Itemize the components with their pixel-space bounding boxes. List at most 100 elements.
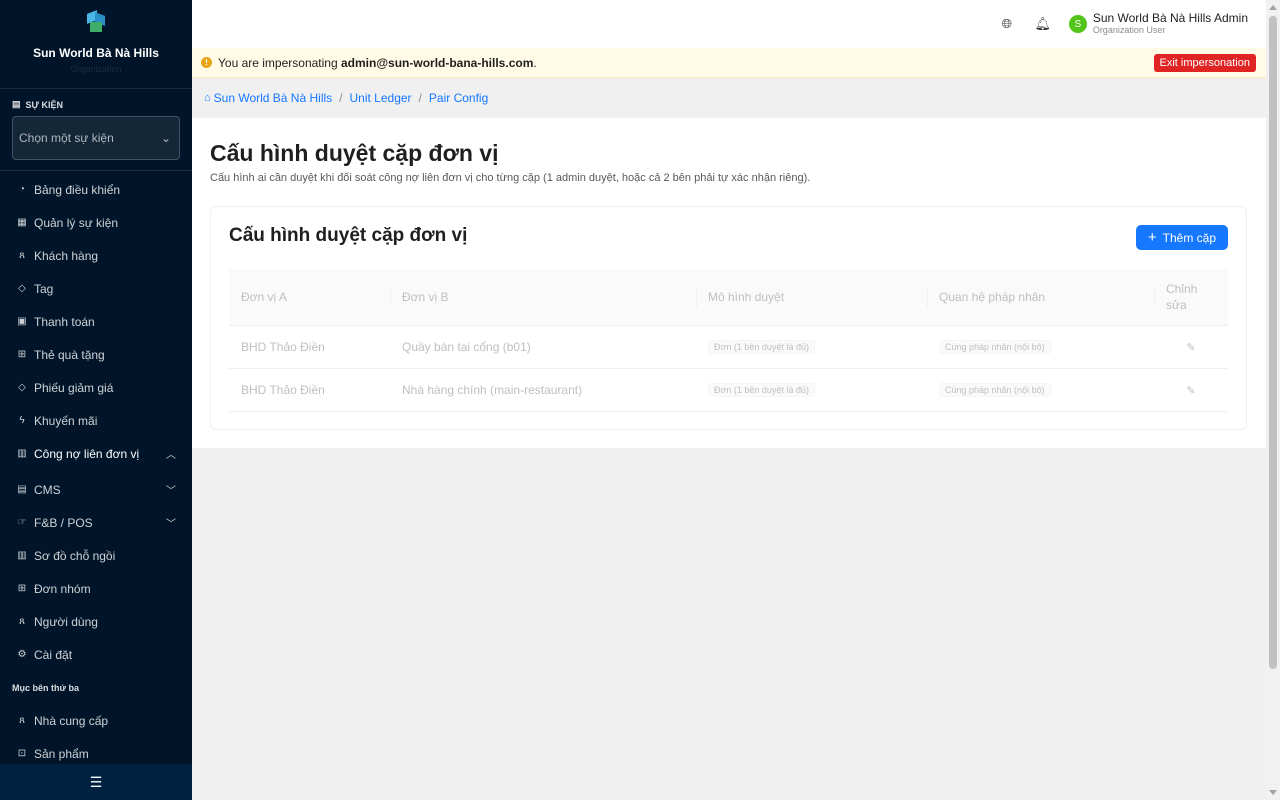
scroll-down-arrow-icon[interactable]	[1269, 790, 1277, 795]
group-order-icon: ⊞	[17, 583, 27, 594]
add-pair-label: Thêm cặp	[1162, 230, 1216, 245]
sidebar-item-coupon[interactable]: ◇ Phiếu giảm giá	[0, 371, 192, 404]
brand[interactable]: Sun World Bà Nà Hills Organization	[0, 0, 192, 88]
breadcrumb: ⌂ Sun World Bà Nà Hills / Unit Ledger / …	[192, 78, 1266, 118]
event-select-placeholder: Chọn một sự kiện	[19, 131, 114, 145]
cell-unit-a: BHD Thảo Điền	[229, 368, 390, 412]
sidebar-item-dashboard[interactable]: ◔ Bảng điều khiển	[0, 173, 192, 206]
approval-model-tag: Đơn (1 bên duyệt là đủ)	[708, 383, 815, 397]
impersonation-banner: ! You are impersonating admin@sun-world-…	[192, 48, 1266, 78]
event-section-label: ▤ SỰ KIỆN	[12, 99, 63, 110]
top-header: 🌐︎ 🔔︎ S Sun World Bà Nà Hills Admin Orga…	[192, 0, 1266, 48]
dashboard-icon: ◔	[18, 184, 26, 195]
sidebar-item-settings[interactable]: ⚙ Cài đặt	[0, 638, 192, 671]
calendar-icon: ▦	[17, 217, 27, 228]
pos-icon: ☞	[17, 517, 27, 528]
sidebar-item-customers[interactable]: ጸ Khách hàng	[0, 239, 192, 272]
user-icon: ጸ	[19, 616, 25, 627]
banner-prefix: You are impersonating	[218, 55, 338, 70]
breadcrumb-item-org[interactable]: Sun World Bà Nà Hills	[214, 91, 333, 105]
sidebar-item-group-orders[interactable]: ⊞ Đơn nhóm	[0, 572, 192, 605]
exit-impersonation-button[interactable]: Exit impersonation	[1153, 54, 1256, 72]
table-row[interactable]: BHD Thảo Điền Quầy bán tại cổng (b01) Đơ…	[229, 325, 1228, 369]
avatar: S	[1068, 15, 1087, 33]
promotion-icon: ϟ	[19, 415, 25, 426]
third-party-menu: ጸ Nhà cung cấp ⊡ Sản phẩm	[0, 704, 192, 770]
settings-icon: ⚙	[17, 649, 27, 660]
page-title: Cấu hình duyệt cặp đơn vị	[210, 140, 499, 166]
scroll-up-arrow-icon[interactable]	[1269, 5, 1277, 10]
collapse-sidebar-button[interactable]: ☰	[0, 764, 192, 800]
sidebar-item-users[interactable]: ጸ Người dùng	[0, 605, 192, 638]
table-row[interactable]: BHD Thảo Điền Nhà hàng chính (main-resta…	[229, 368, 1228, 412]
ledger-icon: ▥	[17, 448, 27, 459]
product-icon: ⊡	[17, 748, 27, 759]
sidebar-item-seating[interactable]: ▥ Sơ đồ chỗ ngồi	[0, 539, 192, 572]
banner-suffix: .	[533, 55, 537, 70]
pair-config-card: Cấu hình duyệt cặp đơn vị + Thêm cặp Đơn…	[210, 206, 1247, 430]
chevron-down-icon: ⌄	[160, 131, 171, 145]
event-section: ▤ SỰ KIỆN Chọn một sự kiện ⌄	[0, 88, 192, 171]
column-header-edit: Chỉnh sửa	[1154, 269, 1228, 326]
sidebar-item-unit-ledger[interactable]: ▥ Công nợ liên đơn vị ︿	[0, 437, 192, 470]
legal-relation-tag: Cùng pháp nhân (nội bộ)	[939, 340, 1051, 354]
edit-icon[interactable]: ✎	[1186, 385, 1195, 397]
cell-unit-b: Nhà hàng chính (main-restaurant)	[390, 368, 696, 412]
menu-fold-icon: ☰	[89, 773, 103, 790]
page-description: Cấu hình ai cần duyệt khi đối soát công …	[210, 172, 811, 184]
sidebar-item-tag[interactable]: ◇ Tag	[0, 272, 192, 305]
sidebar-menu: ◔ Bảng điều khiển ▦ Quản lý sự kiện ጸ Khách…	[0, 173, 192, 671]
pair-config-table: Đơn vị A Đơn vị B Mô hình duyệt Quan hệ …	[229, 269, 1228, 412]
sidebar: Sun World Bà Nà Hills Organization ▤ SỰ …	[0, 0, 192, 800]
sidebar-item-gift-card[interactable]: ⊞ Thẻ quà tặng	[0, 338, 192, 371]
edit-icon[interactable]: ✎	[1186, 342, 1195, 354]
breadcrumb-item-pair-config[interactable]: Pair Config	[429, 91, 488, 105]
card-title: Cấu hình duyệt cặp đơn vị	[229, 225, 468, 246]
cms-icon: ▤	[17, 484, 27, 495]
users-icon: ጸ	[19, 250, 25, 261]
plus-icon: +	[1147, 229, 1157, 246]
sidebar-item-cms[interactable]: ▤ CMS ﹀	[0, 473, 192, 506]
add-pair-button[interactable]: + Thêm cặp	[1135, 225, 1228, 250]
cell-unit-b: Quầy bán tại cổng (b01)	[390, 325, 696, 369]
tag-icon: ◇	[18, 283, 26, 294]
column-header-unit-a: Đơn vị A	[229, 269, 390, 326]
warning-icon: !	[201, 57, 212, 68]
table-header-row: Đơn vị A Đơn vị B Mô hình duyệt Quan hệ …	[229, 269, 1228, 326]
sidebar-item-promotion[interactable]: ϟ Khuyến mãi	[0, 404, 192, 437]
seating-icon: ▥	[17, 550, 27, 561]
third-party-group-label: Mục bên thứ ba	[12, 682, 80, 693]
cell-unit-a: BHD Thảo Điền	[229, 325, 390, 369]
column-header-approval-model: Mô hình duyệt	[696, 269, 927, 326]
sidebar-item-fnb-pos[interactable]: ☞ F&B / POS ﹀	[0, 506, 192, 539]
language-icon[interactable]: 🌐︎	[989, 6, 1025, 42]
coupon-icon: ◇	[18, 382, 26, 393]
notification-bell-icon[interactable]: 🔔︎	[1025, 6, 1061, 42]
chevron-down-icon: ﹀	[166, 486, 176, 497]
sidebar-item-events[interactable]: ▦ Quản lý sự kiện	[0, 206, 192, 239]
sidebar-item-vendors[interactable]: ጸ Nhà cung cấp	[0, 704, 192, 737]
scroll-thumb[interactable]	[1269, 16, 1277, 669]
chevron-up-icon: ︿	[166, 450, 176, 461]
home-icon: ⌂	[204, 92, 211, 104]
sidebar-item-payment[interactable]: ▣ Thanh toán	[0, 305, 192, 338]
approval-model-tag: Đơn (1 bên duyệt là đủ)	[708, 340, 815, 354]
brand-name: Sun World Bà Nà Hills	[33, 46, 159, 60]
vendor-icon: ጸ	[19, 715, 25, 726]
main-content: Cấu hình duyệt cặp đơn vị Cấu hình ai cầ…	[192, 118, 1266, 448]
event-select[interactable]: Chọn một sự kiện ⌄	[12, 116, 180, 160]
legal-relation-tag: Cùng pháp nhân (nội bộ)	[939, 383, 1051, 397]
column-header-unit-b: Đơn vị B	[390, 269, 696, 326]
brand-logo	[84, 10, 108, 34]
breadcrumb-separator: /	[418, 91, 422, 105]
calendar-icon: ▤	[12, 99, 21, 109]
column-header-legal-relation: Quan hệ pháp nhân	[927, 269, 1154, 326]
user-menu[interactable]: S Sun World Bà Nà Hills Admin Organizati…	[1068, 11, 1248, 36]
gift-icon: ⊞	[17, 349, 27, 360]
payment-icon: ▣	[17, 316, 27, 327]
user-name: Sun World Bà Nà Hills Admin	[1092, 11, 1248, 25]
user-role: Organization User	[1092, 25, 1166, 35]
page-scrollbar[interactable]	[1266, 0, 1280, 800]
chevron-down-icon: ﹀	[166, 519, 176, 530]
breadcrumb-item-unit-ledger[interactable]: Unit Ledger	[350, 91, 412, 105]
